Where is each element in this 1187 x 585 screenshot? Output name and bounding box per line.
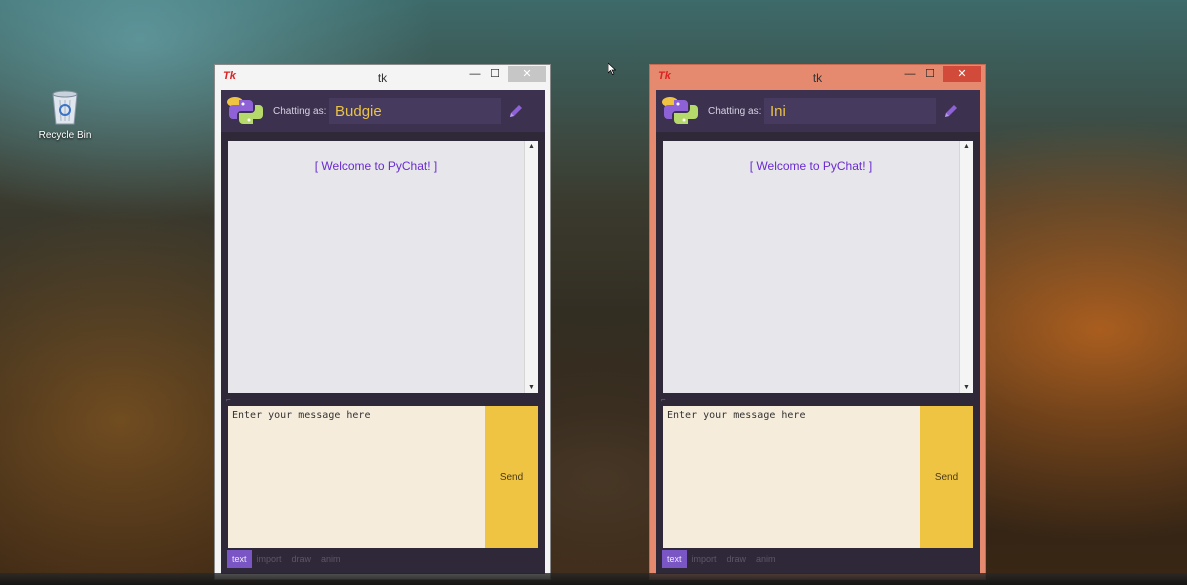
python-logo-icon [225, 94, 267, 135]
chat-history-panel: [ Welcome to PyChat! ] [228, 141, 524, 393]
scroll-up-arrow-icon[interactable]: ▲ [960, 143, 973, 150]
message-input[interactable] [663, 406, 920, 548]
title-bar[interactable]: Tk tk — ☐ ✕ [650, 65, 985, 89]
minimize-button[interactable]: — [466, 66, 484, 82]
close-button[interactable]: ✕ [508, 66, 546, 82]
message-input[interactable] [228, 406, 485, 548]
welcome-message: [ Welcome to PyChat! ] [314, 159, 438, 173]
tab-draw[interactable]: draw [287, 550, 317, 568]
maximize-button[interactable]: ☐ [486, 66, 504, 82]
maximize-button[interactable]: ☐ [921, 66, 939, 82]
minimize-button[interactable]: — [901, 66, 919, 82]
username-field[interactable]: Ini [764, 98, 936, 124]
app-client-area: Chatting as: Budgie [ Welcome to PyChat!… [221, 90, 545, 574]
scroll-down-arrow-icon[interactable]: ▼ [525, 384, 538, 391]
tab-draw[interactable]: draw [722, 550, 752, 568]
pencil-icon[interactable] [507, 102, 525, 125]
recycle-bin-label: Recycle Bin [38, 130, 92, 141]
taskbar[interactable] [0, 573, 1187, 585]
chat-header: Chatting as: Budgie [221, 90, 545, 132]
tab-text[interactable]: text [227, 550, 252, 568]
tab-anim[interactable]: anim [751, 550, 781, 568]
chat-scrollbar[interactable]: ▲ ▼ [959, 141, 973, 393]
tab-import[interactable]: import [252, 550, 287, 568]
chatting-as-label: Chatting as: [273, 106, 327, 117]
chat-header: Chatting as: Ini [656, 90, 980, 132]
username-field[interactable]: Budgie [329, 98, 501, 124]
chat-window-budgie: Tk tk — ☐ ✕ Chatting as: Budgie [Welcom… [214, 64, 551, 580]
chat-window-ini: Tk tk — ☐ ✕ Chatting as: Ini [Welcome t… [649, 64, 986, 580]
mode-tabs: text import draw anim [662, 550, 781, 568]
tab-text[interactable]: text [662, 550, 687, 568]
welcome-message: [ Welcome to PyChat! ] [749, 159, 873, 173]
recycle-bin-icon [34, 88, 96, 126]
scroll-up-arrow-icon[interactable]: ▲ [525, 143, 538, 150]
tab-import[interactable]: import [687, 550, 722, 568]
close-button[interactable]: ✕ [943, 66, 981, 82]
title-bar[interactable]: Tk tk — ☐ ✕ [215, 65, 550, 89]
tab-anim[interactable]: anim [316, 550, 346, 568]
chat-history-panel: [ Welcome to PyChat! ] [663, 141, 959, 393]
chat-scrollbar[interactable]: ▲ ▼ [524, 141, 538, 393]
resize-grip-icon[interactable]: ⌐ [661, 395, 666, 404]
app-client-area: Chatting as: Ini [ Welcome to PyChat! ] … [656, 90, 980, 574]
chatting-as-label: Chatting as: [708, 106, 762, 117]
mouse-cursor-icon [607, 62, 617, 80]
scroll-down-arrow-icon[interactable]: ▼ [960, 384, 973, 391]
mode-tabs: text import draw anim [227, 550, 346, 568]
recycle-bin-shortcut[interactable]: Recycle Bin [34, 88, 96, 141]
resize-grip-icon[interactable]: ⌐ [226, 395, 231, 404]
send-button[interactable]: Send [485, 406, 538, 548]
pencil-icon[interactable] [942, 102, 960, 125]
python-logo-icon [660, 94, 702, 135]
send-button[interactable]: Send [920, 406, 973, 548]
